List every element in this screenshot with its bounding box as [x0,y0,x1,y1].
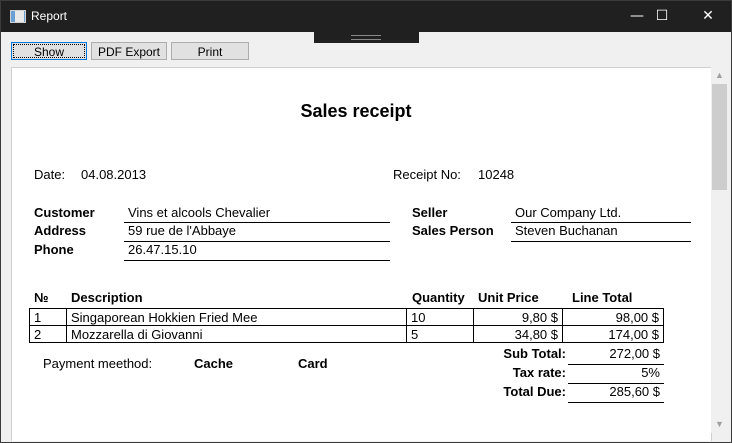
maximize-icon[interactable]: ☐ [639,1,685,32]
title-bar: Report — ☐ ✕ [1,1,731,32]
receipt-value: 10248 [478,167,515,182]
pdf-export-button[interactable]: PDF Export [91,42,167,60]
col-quantity-header: Quantity [412,290,465,305]
address-value: 59 rue de l'Abbaye [128,223,237,238]
toolbar-grip[interactable] [314,32,419,43]
report-viewer: Sales receipt Date: 04.08.2013 Receipt N… [11,67,712,441]
tax-rate-value: 5% [641,365,660,380]
table-row: 2 Mozzarella di Giovanni 5 34,80 $ 174,0… [29,325,664,343]
phone-value: 26.47.15.10 [128,242,197,257]
sub-total-label: Sub Total: [503,346,566,361]
row-no: 2 [29,325,67,343]
print-button[interactable]: Print [171,42,249,60]
customer-value: Vins et alcools Chevalier [128,205,271,220]
payment-card: Card [298,356,328,371]
row-no: 1 [29,308,67,326]
sales-person-value: Steven Buchanan [515,223,618,238]
col-line-total-header: Line Total [572,290,633,305]
tax-rate-label: Tax rate: [512,365,566,380]
row-quantity: 5 [406,325,474,343]
date-value: 04.08.2013 [81,167,147,182]
total-due-value: 285,60 $ [609,384,660,399]
col-description-header: Description [71,290,143,305]
receipt-label: Receipt No: [393,167,461,182]
total-due-label: Total Due: [503,384,566,399]
sales-person-label: Sales Person [412,223,494,238]
show-button[interactable]: Show [11,42,87,60]
report-title: Sales receipt [300,101,412,121]
table-row: 1 Singaporean Hokkien Fried Mee 10 9,80 … [29,308,664,326]
phone-underline [124,260,390,261]
row-unit-price: 34,80 $ [473,325,563,343]
app-window-icon [10,10,26,23]
address-label: Address [34,223,87,238]
customer-label: Customer [34,205,95,220]
row-line-total: 174,00 $ [562,325,664,343]
close-icon[interactable]: ✕ [685,1,731,32]
window-title: Report [31,9,68,23]
vertical-scrollbar[interactable]: ▲ ▼ [711,67,728,433]
date-label: Date: [34,167,66,182]
row-quantity: 10 [406,308,474,326]
phone-label: Phone [34,242,74,257]
row-description: Mozzarella di Giovanni [66,325,407,343]
scroll-up-icon[interactable]: ▲ [711,67,728,84]
scroll-down-icon[interactable]: ▼ [711,416,728,433]
scrollbar-thumb[interactable] [712,84,727,190]
sub-total-value: 272,00 $ [609,346,660,361]
payment-cache: Cache [194,356,234,371]
total-due-underline [568,402,664,403]
row-line-total: 98,00 $ [562,308,664,326]
seller-label: Seller [412,205,448,220]
sales-person-underline [511,241,691,242]
payment-method-label: Payment meethod: [43,356,153,371]
col-unit-price-header: Unit Price [478,290,539,305]
row-unit-price: 9,80 $ [473,308,563,326]
items-table: 1 Singaporean Hokkien Fried Mee 10 9,80 … [29,308,664,343]
seller-value: Our Company Ltd. [515,205,622,220]
row-description: Singaporean Hokkien Fried Mee [66,308,407,326]
report-window: Report — ☐ ✕ Show PDF Export Print Sales… [0,0,732,443]
col-no-header: № [34,290,49,305]
